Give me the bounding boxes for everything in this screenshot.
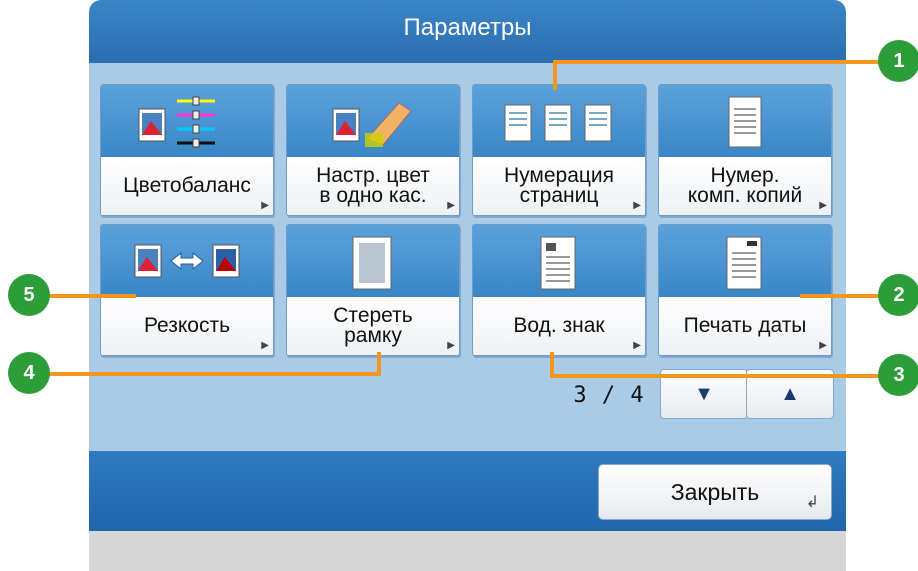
tile-sharpness[interactable]: Резкость ▶ — [100, 224, 274, 356]
callout-line — [40, 294, 136, 298]
color-balance-icon — [138, 96, 215, 148]
callout-badge: 1 — [878, 40, 918, 82]
chevron-right-icon: ▶ — [633, 340, 641, 351]
enter-icon: ↲ — [805, 494, 819, 511]
tile-label: Вод. знак — [513, 314, 605, 337]
tile-label: Печать даты — [683, 314, 807, 337]
one-touch-color-icon — [332, 102, 412, 147]
chevron-right-icon: ▶ — [819, 340, 827, 351]
settings-dialog: Параметры Цветобаланс ▶ Настр. цвет в од… — [89, 0, 846, 571]
arrow-down-icon: ▼ — [694, 383, 714, 405]
callout-badge: 3 — [878, 354, 918, 396]
tile-one-touch-color[interactable]: Настр. цвет в одно кас. ▶ — [286, 84, 460, 216]
tile-label: Нумер. комп. копий — [687, 164, 803, 207]
close-button-label: Закрыть — [670, 479, 760, 505]
callout-line — [553, 60, 880, 64]
callout-line — [553, 62, 557, 90]
dialog-titlebar: Параметры — [89, 0, 846, 63]
callout-line — [550, 374, 880, 378]
close-button[interactable]: Закрыть ↲ — [598, 464, 832, 520]
tile-label: Стереть рамку — [333, 304, 413, 347]
chevron-right-icon: ▶ — [261, 200, 269, 211]
watermark-icon — [540, 236, 576, 290]
callout-line — [550, 352, 554, 376]
options-area: Цветобаланс ▶ Настр. цвет в одно кас. ▶ — [89, 63, 846, 451]
chevron-right-icon: ▶ — [447, 200, 455, 211]
tile-label: Настр. цвет в одно кас. — [316, 164, 430, 207]
page-numbering-icon — [504, 104, 612, 142]
chevron-right-icon: ▶ — [633, 200, 641, 211]
status-bar — [89, 531, 846, 571]
page-indicator: 3 / 4 — [573, 383, 645, 408]
callout-line — [40, 372, 381, 376]
tile-color-balance[interactable]: Цветобаланс ▶ — [100, 84, 274, 216]
tile-print-date[interactable]: Печать даты ▶ — [658, 224, 832, 356]
tile-copy-set-numbering[interactable]: Нумер. комп. копий ▶ — [658, 84, 832, 216]
callout-badge: 5 — [8, 274, 50, 316]
tile-label: Цветобаланс — [123, 174, 251, 197]
chevron-right-icon: ▶ — [261, 340, 269, 351]
copy-set-numbering-icon — [728, 96, 762, 148]
tile-page-numbering[interactable]: Нумерация страниц ▶ — [472, 84, 646, 216]
tile-watermark[interactable]: Вод. знак ▶ — [472, 224, 646, 356]
tile-erase-frame[interactable]: Стереть рамку ▶ — [286, 224, 460, 356]
callout-badge: 2 — [878, 274, 918, 316]
callout-line — [800, 294, 880, 298]
chevron-right-icon: ▶ — [447, 340, 455, 351]
tile-label: Резкость — [143, 314, 231, 337]
tile-label: Нумерация страниц — [503, 164, 615, 207]
sharpness-icon — [134, 244, 240, 278]
chevron-right-icon: ▶ — [819, 200, 827, 211]
arrow-up-icon: ▲ — [780, 383, 800, 405]
callout-badge: 4 — [8, 352, 50, 394]
erase-frame-icon — [352, 236, 392, 290]
print-date-icon — [726, 236, 762, 290]
dialog-title: Параметры — [403, 14, 532, 41]
